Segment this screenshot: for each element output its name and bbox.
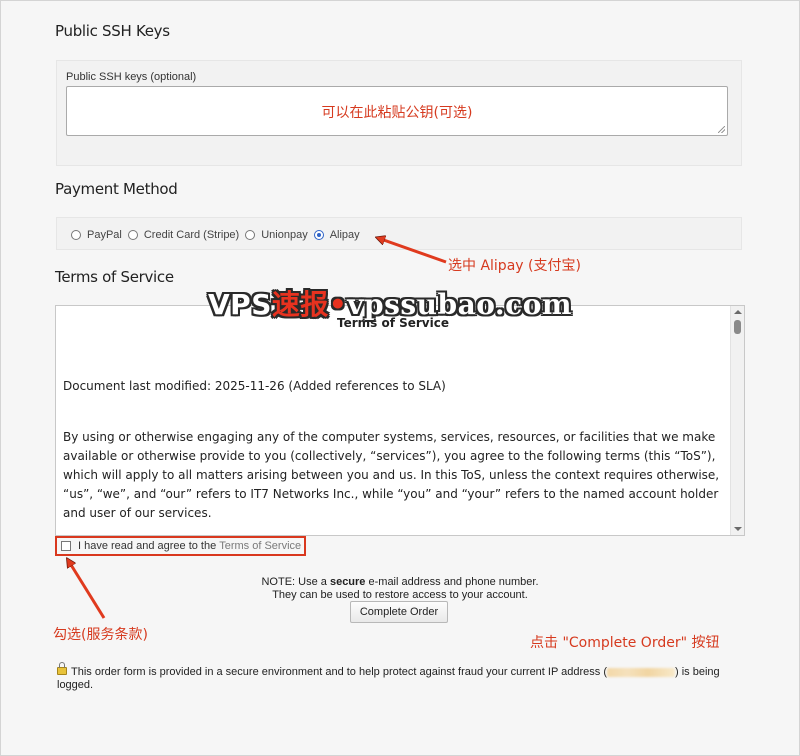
watermark-part1: VPS xyxy=(208,288,272,321)
complete-order-button[interactable]: Complete Order xyxy=(350,601,448,623)
watermark-logo: VPS速报•vpssubao.com xyxy=(208,283,572,323)
ip-address-redacted xyxy=(607,667,676,677)
terms-of-service-box[interactable]: Terms of Service Document last modified:… xyxy=(55,305,745,536)
agree-label: I have read and agree to the xyxy=(78,540,217,552)
secure-text-before: This order form is provided in a secure … xyxy=(71,666,608,678)
lock-icon xyxy=(57,662,67,675)
tos-link[interactable]: Terms of Service xyxy=(219,540,301,552)
ssh-keys-panel: Public SSH keys (optional) 可以在此粘贴公钥(可选) xyxy=(56,60,742,166)
annotation-tos: 勾选(服务条款) xyxy=(53,627,148,643)
tos-paragraph: Document last modified: 2025-11-26 (Adde… xyxy=(63,379,446,393)
payment-option-unionpay[interactable]: Unionpay xyxy=(245,229,308,241)
annotation-complete-order: 点击 "Complete Order" 按钮 xyxy=(530,635,720,651)
scroll-down-icon[interactable] xyxy=(734,527,742,531)
ssh-keys-textarea[interactable]: 可以在此粘贴公钥(可选) xyxy=(66,86,728,136)
note-line2: They can be used to restore access to yo… xyxy=(272,589,528,601)
payment-option-paypal[interactable]: PayPal xyxy=(71,229,122,241)
scroll-thumb[interactable] xyxy=(734,320,741,334)
payment-option-label: Unionpay xyxy=(261,229,308,241)
resize-grip-icon[interactable] xyxy=(718,126,725,133)
secure-notice: This order form is provided in a secure … xyxy=(57,662,757,692)
ssh-keys-label: Public SSH keys (optional) xyxy=(66,71,197,83)
agree-checkbox[interactable] xyxy=(61,541,71,551)
note-prefix: NOTE: Use a xyxy=(261,576,327,588)
ssh-keys-title: Public SSH Keys xyxy=(55,22,170,40)
ssh-keys-annotation: 可以在此粘贴公钥(可选) xyxy=(321,105,473,121)
order-note: NOTE: Use a secure e-mail address and ph… xyxy=(200,576,600,602)
payment-options: PayPal Credit Card (Stripe) Unionpay Ali… xyxy=(71,229,366,241)
payment-option-stripe[interactable]: Credit Card (Stripe) xyxy=(127,229,240,241)
scroll-up-icon[interactable] xyxy=(734,310,742,314)
payment-method-title: Payment Method xyxy=(55,180,178,198)
terms-of-service-title: Terms of Service xyxy=(55,268,174,286)
radio-icon[interactable] xyxy=(127,230,138,240)
payment-option-label: Credit Card (Stripe) xyxy=(143,229,240,241)
radio-icon[interactable] xyxy=(71,230,81,240)
tos-scrollbar[interactable] xyxy=(730,306,744,535)
tos-paragraph: By using or otherwise engaging any of th… xyxy=(63,430,720,520)
note-bold: secure xyxy=(329,576,366,588)
agree-tos-checkbox-row[interactable]: I have read and agree to the Terms of Se… xyxy=(55,536,306,556)
note-suffix: e-mail address and phone number. xyxy=(368,576,539,588)
radio-icon[interactable] xyxy=(245,230,256,240)
watermark-part3: vpssubao.com xyxy=(347,288,573,321)
payment-method-panel: PayPal Credit Card (Stripe) Unionpay Ali… xyxy=(56,217,742,250)
watermark-dot: • xyxy=(328,288,348,321)
watermark-part2: 速报 xyxy=(271,288,329,321)
payment-option-label: PayPal xyxy=(87,229,122,241)
payment-option-label: Alipay xyxy=(329,229,360,241)
payment-option-alipay[interactable]: Alipay xyxy=(313,229,360,241)
annotation-alipay: 选中 Alipay (支付宝) xyxy=(448,258,581,274)
radio-selected-icon[interactable] xyxy=(313,230,324,240)
